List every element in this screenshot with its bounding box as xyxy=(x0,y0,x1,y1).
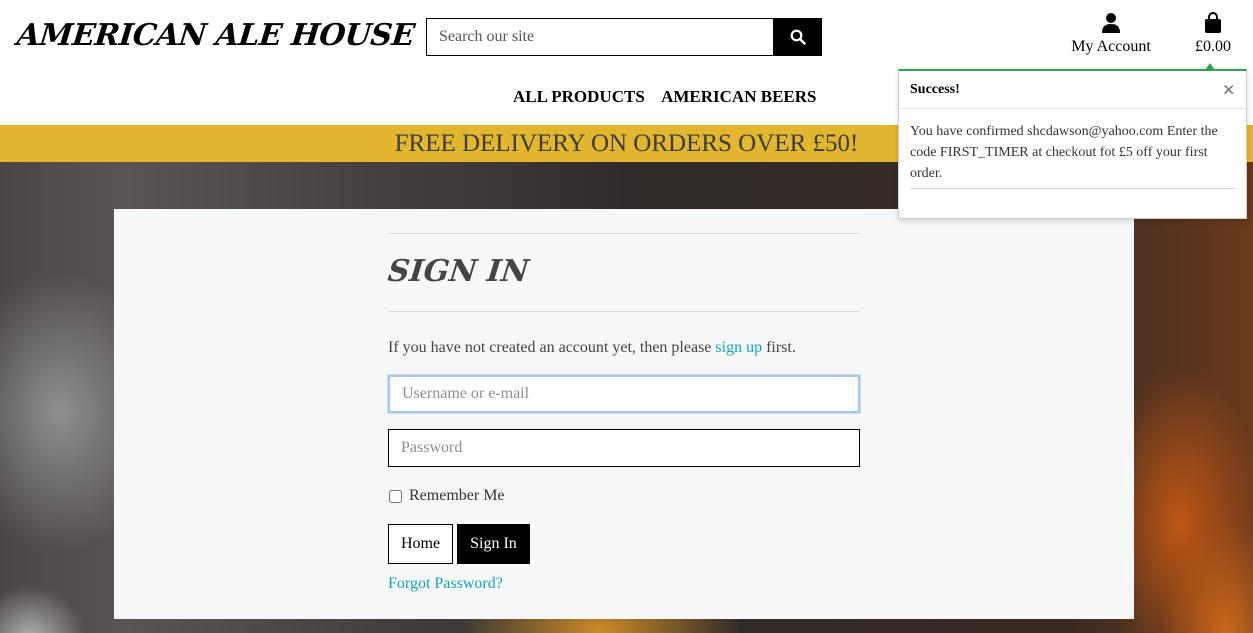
signup-prompt-text: If you have not created an account yet, … xyxy=(388,339,716,356)
search-input[interactable] xyxy=(426,18,773,56)
signin-button[interactable]: Sign In xyxy=(457,524,530,564)
signin-panel: SIGN IN If you have not created an accou… xyxy=(114,209,1134,619)
nav-american-beers[interactable]: AMERICAN BEERS xyxy=(661,87,816,106)
divider xyxy=(388,233,860,234)
username-field[interactable] xyxy=(388,375,860,413)
toast-header: Success! × xyxy=(899,71,1246,109)
toast-body: You have confirmed shcdawson@yahoo.com E… xyxy=(899,109,1246,189)
search-icon xyxy=(790,29,806,45)
my-account-link[interactable]: My Account xyxy=(1066,12,1156,56)
signin-form: SIGN IN If you have not created an accou… xyxy=(386,209,860,593)
search-button[interactable] xyxy=(773,18,822,56)
remember-me-label: Remember Me xyxy=(409,487,505,504)
cart-total: £0.00 xyxy=(1195,38,1231,55)
remember-me[interactable]: Remember Me xyxy=(388,487,860,505)
main-nav: ALL PRODUCTS AMERICAN BEERS xyxy=(513,87,829,107)
close-icon[interactable]: × xyxy=(1222,77,1235,103)
page-title: SIGN IN xyxy=(386,254,531,289)
divider xyxy=(388,311,860,312)
my-account-label: My Account xyxy=(1071,38,1151,55)
search-form xyxy=(426,18,822,56)
remember-me-checkbox[interactable] xyxy=(389,489,402,503)
shopping-bag-icon xyxy=(1205,12,1221,33)
user-icon xyxy=(1102,13,1120,33)
toast-title: Success! xyxy=(910,81,960,97)
forgot-password-link[interactable]: Forgot Password? xyxy=(388,575,860,593)
signup-link[interactable]: sign up xyxy=(715,339,762,356)
toast-message: You have confirmed shcdawson@yahoo.com E… xyxy=(910,124,1218,181)
toast-divider xyxy=(910,188,1235,189)
form-buttons: Home Sign In xyxy=(388,524,860,564)
signup-prompt-end: first. xyxy=(762,339,796,356)
password-field[interactable] xyxy=(388,429,860,467)
site-logo[interactable]: AMERICAN ALE HOUSE xyxy=(15,18,416,53)
cart-link[interactable]: £0.00 xyxy=(1188,12,1238,56)
success-toast: Success! × You have confirmed shcdawson@… xyxy=(898,63,1247,219)
nav-all-products[interactable]: ALL PRODUCTS xyxy=(513,87,645,106)
toast-arrow xyxy=(1205,63,1215,70)
home-button[interactable]: Home xyxy=(388,524,454,564)
signup-prompt: If you have not created an account yet, … xyxy=(388,339,860,357)
